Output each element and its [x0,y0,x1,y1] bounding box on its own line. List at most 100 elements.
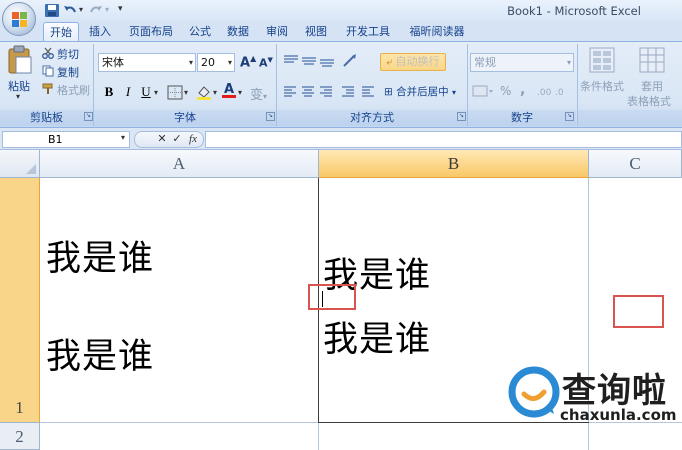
paste-dropdown-icon[interactable]: ▾ [16,92,20,101]
column-header-a[interactable]: A [40,150,319,178]
customize-qat-icon[interactable]: ▾ [118,4,123,14]
bold-label: B [104,84,114,99]
alignment-dialog-launcher-icon[interactable]: ↘ [457,112,466,121]
tab-home[interactable]: 开始 [43,22,79,41]
borders-icon[interactable] [167,85,183,100]
row-header-1-label: 1 [15,398,24,417]
cut-button[interactable]: 剪切 [57,46,79,62]
merge-center-icon: ⊞ [384,86,393,98]
underline-dropdown-icon[interactable]: ▾ [154,88,158,97]
conditional-format-button[interactable]: 条件格式 [580,78,624,94]
tab-insert[interactable]: 插入 [83,22,117,41]
row-header-2[interactable]: 2 [0,423,40,450]
svg-text:.00: .00 [537,88,552,98]
undo-dropdown-icon[interactable]: ▾ [79,5,83,14]
cell-a1[interactable]: 我是谁 我是谁 [40,178,318,422]
decimal-buttons-icon[interactable]: .00 .0 [536,84,572,98]
cancel-entry-button[interactable]: ✕ [155,131,169,147]
font-size-value: 20 [201,56,215,69]
number-format-value: 常规 [474,56,496,69]
insert-function-button[interactable]: fx [186,131,200,147]
format-painter-icon[interactable] [42,83,54,95]
underline-label: U [141,84,151,99]
accounting-format-icon[interactable] [472,84,494,98]
vertical-align-icons[interactable] [282,54,338,68]
cell-b1-line-2: 我是谁 [323,320,432,360]
copy-icon[interactable] [42,65,54,77]
tab-data[interactable]: 数据 [221,22,255,41]
font-dialog-launcher-icon[interactable]: ↘ [266,112,275,121]
name-box[interactable]: B1 [2,131,130,148]
horizontal-align-icons[interactable] [282,84,378,98]
cell-a1-line-2: 我是谁 [46,337,155,377]
borders-dropdown-icon[interactable]: ▾ [184,88,188,97]
undo-icon[interactable] [62,3,78,18]
font-color-label: A [223,82,235,97]
merge-center-dropdown-icon[interactable]: ▾ [452,88,456,97]
font-name-combo[interactable]: 宋体 ▾ [98,53,196,72]
select-all-button[interactable] [0,150,40,178]
conditional-format-icon[interactable] [588,46,616,74]
confirm-entry-button[interactable]: ✓ [170,131,184,147]
paste-icon[interactable] [6,45,34,75]
redo-dropdown-icon[interactable]: ▾ [105,5,109,14]
merge-center-label: 合并后居中 [396,86,449,98]
name-box-dropdown-icon[interactable]: ▾ [121,133,125,142]
row-header-1[interactable]: 1 [0,178,40,423]
format-as-table-label-2[interactable]: 表格格式 [627,93,671,109]
clipboard-dialog-launcher-icon[interactable]: ↘ [84,112,93,121]
tab-page-layout[interactable]: 页面布局 [121,22,181,41]
office-logo-icon [12,12,27,27]
shrink-font-button[interactable]: A▼ [259,56,273,70]
fill-color-dropdown-icon[interactable]: ▾ [213,88,217,97]
italic-label: I [125,84,131,99]
format-as-table-label-1[interactable]: 套用 [641,78,663,94]
tab-view[interactable]: 视图 [299,22,333,41]
shrink-font-label: A [259,56,268,70]
wrap-text-label: 自动换行 [395,55,440,68]
copy-button[interactable]: 复制 [57,64,79,80]
formula-input[interactable] [205,131,682,148]
phonetic-guide-button[interactable]: 变▾ [250,84,267,103]
fill-color-icon[interactable] [196,84,212,100]
font-size-dropdown-icon[interactable]: ▾ [228,54,232,71]
percent-button[interactable]: % [500,84,511,98]
watermark-logo-icon [508,366,560,418]
orientation-icon[interactable] [342,53,364,69]
column-header-b[interactable]: B [319,150,589,178]
font-name-dropdown-icon[interactable]: ▾ [189,54,193,71]
bold-button[interactable]: B [101,84,117,100]
grow-font-button[interactable]: A▲ [240,54,256,70]
format-painter-button[interactable]: 格式刷 [57,82,90,98]
number-format-combo[interactable]: 常规 ▾ [470,53,574,72]
tab-developer[interactable]: 开发工具 [338,22,398,41]
merge-center-button[interactable]: ⊞ 合并后居中 ▾ [384,84,456,99]
tab-foxit-reader[interactable]: 福昕阅读器 [401,22,473,41]
alignment-group-label: 对齐方式 [277,110,467,126]
phonetic-guide-label: 变 [250,88,264,103]
office-button[interactable] [2,2,36,36]
number-dialog-launcher-icon[interactable]: ↘ [565,112,574,121]
cut-icon[interactable] [42,47,54,59]
save-icon[interactable] [44,3,60,18]
gridline-col-a-right-row2 [318,423,319,450]
window-title: Book1 - Microsoft Excel [507,4,641,18]
wrap-text-button[interactable]: ⤶ 自动换行 [380,53,446,71]
italic-button[interactable]: I [120,84,136,100]
font-name-value: 宋体 [102,56,124,69]
redo-icon[interactable] [88,3,104,18]
number-group-label: 数字 [468,110,576,126]
column-header-c[interactable]: C [589,150,682,178]
number-format-dropdown-icon[interactable]: ▾ [567,54,571,71]
tab-formulas[interactable]: 公式 [183,22,217,41]
font-size-combo[interactable]: 20 ▾ [197,53,235,72]
cell-a1-line-1: 我是谁 [46,239,155,279]
annotation-box-cursor [308,284,356,310]
comma-button[interactable]: , [520,82,525,98]
font-color-dropdown-icon[interactable]: ▾ [238,88,242,97]
font-color-button[interactable]: A [222,82,236,98]
format-as-table-icon[interactable] [638,46,666,74]
tab-review[interactable]: 审阅 [260,22,294,41]
underline-button[interactable]: U [139,84,153,100]
selection-bottom-border [319,422,589,423]
